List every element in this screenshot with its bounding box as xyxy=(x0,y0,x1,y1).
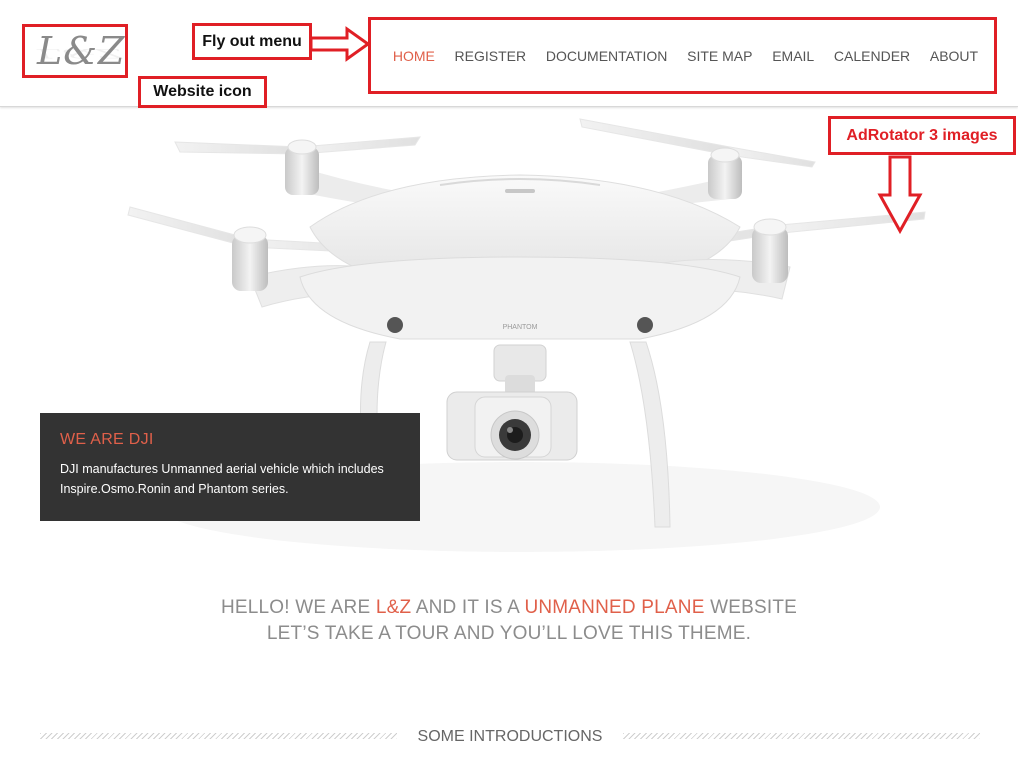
tagline-text: WEBSITE xyxy=(704,597,797,618)
slide-caption: WE ARE DJI DJI manufactures Unmanned aer… xyxy=(40,413,420,521)
divider-right xyxy=(623,733,980,739)
annotation-website-icon: Website icon xyxy=(138,76,267,108)
tagline-line-2: LET’S TAKE A TOUR AND YOU’LL LOVE THIS T… xyxy=(266,623,752,644)
tagline-highlight-topic: UNMANNED PLANE xyxy=(524,597,705,618)
nav-bar: HOME REGISTER DOCUMENTATION SITE MAP EMA… xyxy=(371,20,994,91)
annotation-flyout-menu: Fly out menu xyxy=(192,23,312,60)
drone-model-label: PHANTOM xyxy=(503,324,538,331)
annotation-website-icon-label: Website icon xyxy=(153,83,252,100)
hero-tagline: HELLO! WE ARE L&Z AND IT IS A UNMANNED P… xyxy=(0,595,1018,647)
caption-title: WE ARE DJI xyxy=(60,431,154,448)
nav-item-register[interactable]: REGISTER xyxy=(455,48,527,64)
tagline-highlight-brand: L&Z xyxy=(375,597,412,618)
tagline-text: HELLO! WE ARE xyxy=(220,597,376,618)
logo-reflection: L&Z xyxy=(37,45,123,61)
nav-item-site-map[interactable]: SITE MAP xyxy=(687,48,752,64)
arrow-right-icon xyxy=(309,26,371,62)
flyout-menu: HOME REGISTER DOCUMENTATION SITE MAP EMA… xyxy=(368,17,997,94)
nav-item-about[interactable]: ABOUT xyxy=(930,48,978,64)
website-logo[interactable]: L&Z L&Z xyxy=(22,24,128,78)
caption-line-2: Inspire.Osmo.Ronin and Phantom series. xyxy=(60,482,289,496)
nav-item-email[interactable]: EMAIL xyxy=(772,48,814,64)
nav-item-calender[interactable]: CALENDER xyxy=(834,48,910,64)
annotation-adrotator: AdRotator 3 images xyxy=(828,116,1016,155)
nav-item-home[interactable]: HOME xyxy=(393,48,435,64)
tagline-line-1: HELLO! WE ARE L&Z AND IT IS A UNMANNED P… xyxy=(0,595,1018,621)
section-header: SOME INTRODUCTIONS xyxy=(40,726,980,748)
tagline-text: AND IT IS A xyxy=(411,597,525,618)
nav-item-documentation[interactable]: DOCUMENTATION xyxy=(546,48,668,64)
annotation-adrotator-label: AdRotator 3 images xyxy=(846,126,998,144)
ad-rotator-slider[interactable]: PHANTOM WE ARE DJI DJI manufactures Unma… xyxy=(0,107,1018,552)
caption-line-1: DJI manufactures Unmanned aerial vehicle… xyxy=(60,462,384,476)
arrow-down-icon xyxy=(877,155,923,235)
annotation-flyout-label: Fly out menu xyxy=(202,32,302,50)
